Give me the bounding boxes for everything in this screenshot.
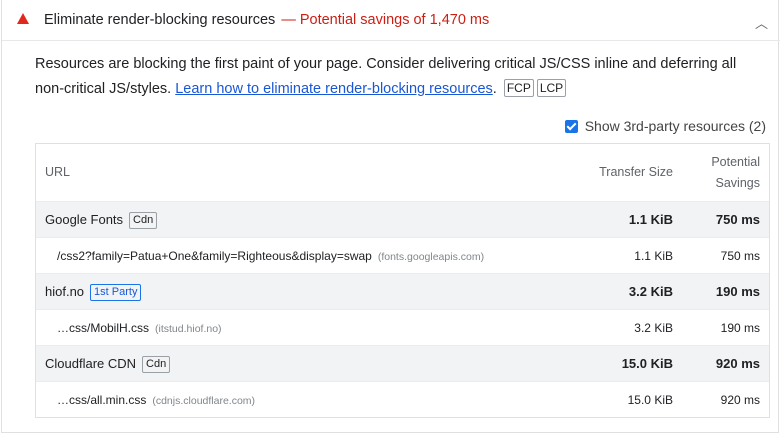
header-potential-savings: Potential Savings <box>700 152 760 194</box>
table-header: URL Transfer Size Potential Savings <box>36 144 769 201</box>
resource-size: 15.0 KiB <box>627 393 673 407</box>
entity-size: 15.0 KiB <box>621 356 673 371</box>
audit-title-text: Eliminate render-blocking resources <box>44 12 276 28</box>
third-party-checkbox[interactable] <box>564 119 578 133</box>
entity-row-google-fonts: Google Fonts Cdn 1.1 KiB 750 ms <box>36 201 769 237</box>
description-period: . <box>492 81 497 97</box>
entity-name: Google Fonts Cdn <box>45 212 158 229</box>
entity-savings: 750 ms <box>715 212 760 227</box>
resource-savings: 920 ms <box>720 393 760 407</box>
entity-size: 3.2 KiB <box>628 284 673 299</box>
resource-size: 3.2 KiB <box>634 321 673 335</box>
learn-more-link[interactable]: Learn how to eliminate render-blocking r… <box>175 81 493 97</box>
entity-savings: 920 ms <box>715 356 760 371</box>
entity-row-cloudflare: Cloudflare CDN Cdn 15.0 KiB 920 ms <box>36 345 769 381</box>
entity-name: Cloudflare CDN Cdn <box>45 356 171 373</box>
header-savings-line2: Savings <box>715 176 760 190</box>
entity-size: 1.1 KiB <box>628 212 673 227</box>
resource-host: (cdnjs.cloudflare.com) <box>152 395 256 407</box>
entity-badge: Cdn <box>129 212 158 229</box>
entity-badge: Cdn <box>142 356 171 373</box>
resource-url-text: …css/MobilH.css <box>57 321 150 335</box>
entity-row-hiof: hiof.no 1st Party 3.2 KiB 190 ms <box>36 273 769 309</box>
third-party-label: Show 3rd-party resources (2) <box>584 118 766 134</box>
resource-host: (fonts.googleapis.com) <box>377 251 485 263</box>
audit-header[interactable]: Eliminate render-blocking resources — Pot… <box>2 0 780 41</box>
third-party-toggle[interactable]: Show 3rd-party resources (2) <box>564 117 766 135</box>
header-transfer-size: Transfer Size <box>599 165 673 179</box>
warning-triangle-icon <box>17 13 29 24</box>
resource-host: (itstud.hiof.no) <box>155 323 222 335</box>
resource-url-text: /css2?family=Patua+One&family=Righteous&… <box>57 249 372 263</box>
table-row: …css/all.min.css (cdnjs.cloudflare.com) 1… <box>36 381 769 417</box>
resource-url[interactable]: …css/all.min.css (cdnjs.cloudflare.com) <box>57 393 255 407</box>
entity-name-text: hiof.no <box>45 284 85 299</box>
header-savings-line1: Potential <box>711 155 760 169</box>
entity-badge: 1st Party <box>90 284 142 301</box>
metric-chip-lcp: LCP <box>536 79 567 97</box>
metric-chip-fcp: FCP <box>503 79 534 97</box>
resource-savings: 750 ms <box>720 249 760 263</box>
table-row: /css2?family=Patua+One&family=Righteous&… <box>36 237 769 273</box>
audit-panel: Eliminate render-blocking resources — Pot… <box>1 0 780 433</box>
entity-name-text: Google Fonts <box>45 212 124 227</box>
chevron-up-icon[interactable]: ︿ <box>755 13 768 32</box>
audit-title: Eliminate render-blocking resources — Pot… <box>44 12 489 28</box>
resource-url[interactable]: …css/MobilH.css (itstud.hiof.no) <box>57 321 222 335</box>
audit-description: Resources are blocking the first paint o… <box>35 52 755 102</box>
resource-url-text: …css/all.min.css <box>57 393 147 407</box>
resource-url[interactable]: /css2?family=Patua+One&family=Righteous&… <box>57 249 484 263</box>
resource-savings: 190 ms <box>720 321 760 335</box>
entity-name-text: Cloudflare CDN <box>45 356 137 371</box>
audit-savings: — Potential savings of 1,470 ms <box>281 12 490 28</box>
resources-table: URL Transfer Size Potential Savings Googl… <box>35 143 770 418</box>
entity-name: hiof.no 1st Party <box>45 284 142 301</box>
header-url: URL <box>45 165 71 179</box>
table-row: …css/MobilH.css (itstud.hiof.no) 3.2 KiB … <box>36 309 769 345</box>
entity-savings: 190 ms <box>715 284 760 299</box>
resource-size: 1.1 KiB <box>634 249 673 263</box>
